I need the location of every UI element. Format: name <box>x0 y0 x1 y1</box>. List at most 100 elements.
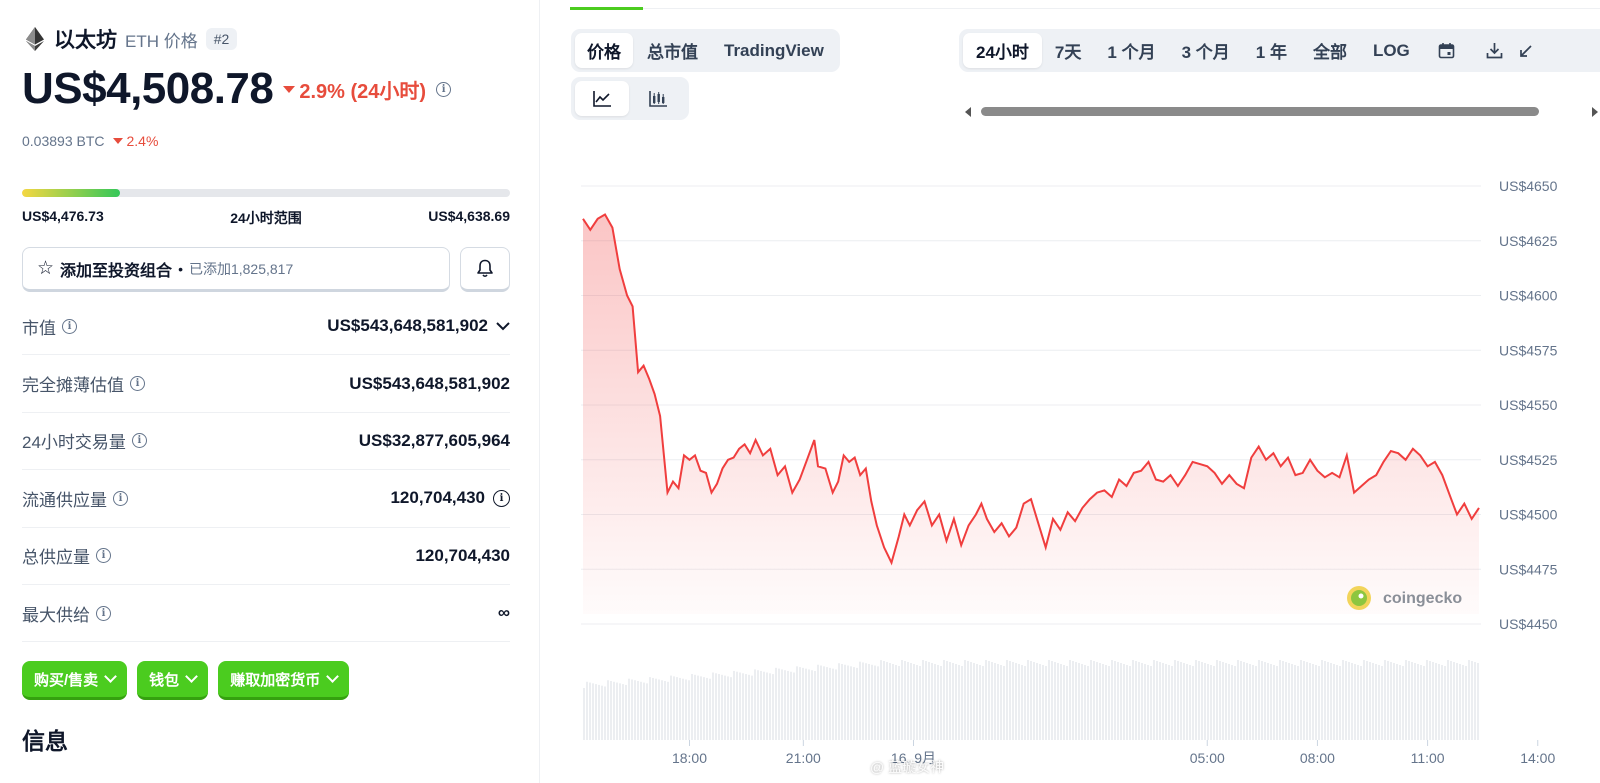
volume-bar <box>940 666 942 740</box>
tab-3m[interactable]: 3 个月 <box>1169 33 1243 68</box>
download-button[interactable] <box>1471 33 1519 68</box>
volume-bar <box>721 674 723 740</box>
volume-bar <box>655 678 657 740</box>
ethereum-logo-icon <box>26 27 44 51</box>
info-icon[interactable]: i <box>131 433 147 449</box>
volume-bar <box>820 665 822 740</box>
chart-type-tabs: 价格 总市值 TradingView <box>571 29 840 72</box>
info-icon[interactable]: i <box>130 376 145 392</box>
x-tick-label: 08:00 <box>1300 750 1335 766</box>
candlestick-icon <box>649 90 667 107</box>
stat-row-market-cap[interactable]: 市值 i US$543,648,581,902 <box>22 298 510 356</box>
tab-price[interactable]: 价格 <box>575 33 633 68</box>
tab-7d[interactable]: 7天 <box>1042 33 1094 68</box>
price-alert-button[interactable] <box>460 247 510 292</box>
volume-bar <box>1465 666 1467 740</box>
tab-market-cap[interactable]: 总市值 <box>635 33 710 68</box>
tab-24h[interactable]: 24小时 <box>963 33 1042 68</box>
volume-bar <box>700 676 702 740</box>
line-chart-icon <box>593 90 611 107</box>
volume-bar <box>766 672 768 740</box>
add-to-portfolio-button[interactable]: ☆ 添加至投资组合 • 已添加1,825,817 <box>22 247 450 292</box>
volume-bar <box>1081 664 1083 740</box>
stats-list: 市值 i US$543,648,581,902 完全摊薄估值 i US$543,64… <box>22 298 510 643</box>
range-high: US$4,638.69 <box>428 208 510 224</box>
volume-bar <box>1129 666 1131 740</box>
scroll-thumb[interactable] <box>981 107 1539 116</box>
volume-bar <box>799 667 801 740</box>
price-chart[interactable]: US$4650 US$4625 US$4600 US$4575 US$4550 US$45… <box>541 140 1600 783</box>
volume-bar <box>1291 664 1293 740</box>
wallet-button[interactable]: 钱包 <box>137 661 209 700</box>
line-chart-button[interactable] <box>575 81 629 116</box>
volume-bar <box>1156 661 1158 740</box>
candlestick-chart-button[interactable] <box>631 81 685 116</box>
volume-bar <box>1033 662 1035 740</box>
volume-bar <box>889 663 891 740</box>
volume-bar <box>607 680 609 740</box>
volume-bar <box>982 666 984 740</box>
volume-bar <box>709 678 711 740</box>
volume-bar <box>592 683 594 740</box>
volume-bar <box>661 680 663 740</box>
volume-bar <box>664 681 666 740</box>
info-icon[interactable]: i <box>96 548 111 564</box>
volume-bar <box>871 664 873 740</box>
tabs-scrollbar[interactable] <box>961 104 1600 118</box>
volume-bar <box>1120 663 1122 740</box>
y-tick-label: US$4525 <box>1499 452 1558 468</box>
volume-bar <box>760 670 762 740</box>
volume-bar <box>1330 663 1332 740</box>
volume-bar <box>1210 665 1212 740</box>
info-icon[interactable]: i <box>96 605 111 621</box>
volume-bar <box>1216 660 1218 740</box>
y-tick-label: US$4550 <box>1499 397 1558 413</box>
volume-bar <box>688 680 690 740</box>
expand-button[interactable] <box>1519 33 1549 68</box>
chart-style-tabs <box>571 77 689 120</box>
volume-bar <box>682 678 684 740</box>
volume-bar <box>1363 660 1365 740</box>
info-icon[interactable]: i <box>493 489 510 507</box>
tab-tradingview[interactable]: TradingView <box>712 33 836 68</box>
info-icon[interactable]: i <box>113 490 128 506</box>
volume-bar <box>643 682 645 740</box>
volume-bar <box>1159 662 1161 740</box>
y-tick-label: US$4575 <box>1499 342 1558 358</box>
volume-bar <box>1438 664 1440 740</box>
volume-bar <box>907 662 909 740</box>
tab-all[interactable]: 全部 <box>1300 33 1360 68</box>
scroll-right-arrow-icon[interactable] <box>1592 107 1598 117</box>
tab-log[interactable]: LOG <box>1360 33 1423 68</box>
earn-crypto-button[interactable]: 赚取加密货币 <box>218 661 350 700</box>
volume-bar <box>1396 664 1398 740</box>
volume-bar <box>649 677 651 740</box>
volume-bar <box>727 676 729 740</box>
volume-bar <box>1432 662 1434 740</box>
volume-bar <box>868 664 870 740</box>
calendar-button[interactable] <box>1423 33 1471 68</box>
volume-bar <box>1267 663 1269 740</box>
info-icon[interactable]: i <box>436 81 452 97</box>
volume-bar <box>1141 663 1143 740</box>
volume-bar <box>583 688 585 740</box>
volume-bar <box>1231 665 1233 740</box>
volume-bar <box>1201 662 1203 740</box>
volume-bar <box>658 679 660 740</box>
buy-sell-button[interactable]: 购买/售卖 <box>22 661 128 700</box>
volume-bar <box>1303 661 1305 740</box>
volume-bar <box>949 662 951 740</box>
volume-bar <box>1207 664 1209 740</box>
volume-bar <box>1294 665 1296 740</box>
chevron-down-icon[interactable] <box>496 321 510 331</box>
volume-bar <box>1369 662 1371 740</box>
stat-row-total-supply: 总供应量 i 120,704,430 <box>22 528 510 585</box>
info-icon[interactable]: i <box>62 318 77 334</box>
volume-bar <box>1171 666 1173 740</box>
tab-1m[interactable]: 1 个月 <box>1094 33 1168 68</box>
volume-bar <box>1255 666 1257 740</box>
tab-1y[interactable]: 1 年 <box>1243 33 1300 68</box>
scroll-left-arrow-icon[interactable] <box>965 107 971 117</box>
volume-bar <box>640 681 642 740</box>
volume-bar <box>1240 661 1242 740</box>
